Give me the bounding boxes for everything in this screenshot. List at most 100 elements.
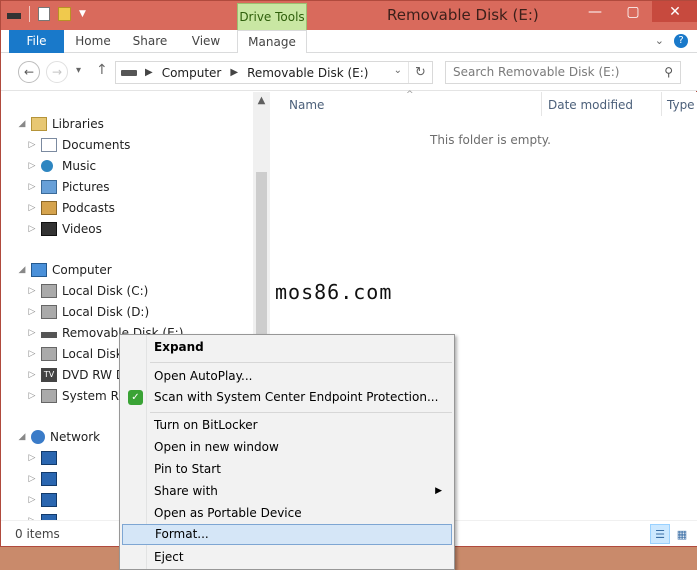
collapsed-arrow-icon[interactable]: ▷ bbox=[27, 328, 37, 338]
details-view-button[interactable]: ☰ bbox=[650, 524, 670, 544]
menu-item-share-with[interactable]: Share with ▶ bbox=[122, 481, 452, 502]
breadcrumb-removable-disk[interactable]: Removable Disk (E:) bbox=[247, 66, 368, 80]
menu-item-open-autoplay[interactable]: Open AutoPlay... bbox=[122, 366, 452, 387]
tree-item-label: Documents bbox=[62, 138, 131, 152]
collapsed-arrow-icon[interactable]: ▷ bbox=[27, 140, 37, 150]
tree-item-label: Local Disk (C:) bbox=[62, 284, 149, 298]
tab-file[interactable]: File bbox=[9, 30, 64, 53]
tree-item-computer[interactable]: ◢ Computer bbox=[17, 260, 112, 280]
tree-item-label: Videos bbox=[62, 222, 102, 236]
expanded-arrow-icon[interactable]: ◢ bbox=[17, 119, 27, 129]
collapsed-arrow-icon[interactable]: ▷ bbox=[27, 203, 37, 213]
address-bar-row: ← → ▾ ↑ ▶ Computer ▶ Removable Disk (E:)… bbox=[1, 53, 697, 91]
properties-icon[interactable] bbox=[38, 7, 50, 21]
back-button[interactable]: ← bbox=[18, 61, 40, 83]
tree-item-network-pc[interactable]: ▷ bbox=[27, 469, 62, 489]
collapsed-arrow-icon[interactable]: ▷ bbox=[27, 495, 37, 505]
collapsed-arrow-icon[interactable]: ▷ bbox=[27, 224, 37, 234]
submenu-arrow-icon: ▶ bbox=[435, 486, 442, 496]
maximize-button[interactable]: ▢ bbox=[614, 1, 652, 22]
minimize-button[interactable]: — bbox=[576, 1, 614, 22]
expanded-arrow-icon[interactable]: ◢ bbox=[17, 265, 27, 275]
menu-item-expand[interactable]: Expand bbox=[122, 337, 452, 358]
toolbar-divider bbox=[29, 6, 30, 22]
up-button[interactable]: ↑ bbox=[96, 62, 108, 78]
tree-item-label: Local Disk (D:) bbox=[62, 305, 150, 319]
close-button[interactable]: ✕ bbox=[652, 1, 697, 22]
tree-item-libraries[interactable]: ◢ Libraries bbox=[17, 114, 104, 134]
tab-manage[interactable]: Manage bbox=[237, 30, 307, 54]
tree-item-podcasts[interactable]: ▷ Podcasts bbox=[27, 198, 115, 218]
collapsed-arrow-icon[interactable]: ▷ bbox=[27, 286, 37, 296]
collapsed-arrow-icon[interactable]: ▷ bbox=[27, 161, 37, 171]
menu-item-bitlocker[interactable]: Turn on BitLocker bbox=[122, 415, 452, 436]
menu-item-format[interactable]: Format... bbox=[122, 524, 452, 545]
collapsed-arrow-icon[interactable]: ▷ bbox=[27, 391, 37, 401]
new-folder-icon[interactable] bbox=[58, 7, 71, 21]
music-icon bbox=[41, 160, 53, 172]
tree-item-network-pc[interactable]: ▷ bbox=[27, 490, 62, 510]
documents-icon bbox=[41, 138, 57, 152]
scroll-up-icon[interactable]: ▲ bbox=[253, 92, 270, 109]
tree-item-documents[interactable]: ▷ Documents bbox=[27, 135, 130, 155]
column-divider[interactable] bbox=[541, 92, 542, 116]
network-computer-icon bbox=[41, 493, 57, 507]
tree-item-local-disk[interactable]: ▷ Local Disk ( bbox=[27, 344, 131, 364]
help-icon[interactable]: ? bbox=[674, 34, 688, 48]
collapsed-arrow-icon[interactable]: ▷ bbox=[27, 182, 37, 192]
column-header-name[interactable]: Name bbox=[289, 98, 324, 112]
drive-tools-context-tab: Drive Tools bbox=[237, 3, 307, 30]
search-icon[interactable]: ⚲ bbox=[664, 62, 673, 83]
address-dropdown-icon[interactable]: ⌄ bbox=[394, 65, 402, 76]
tree-item-network[interactable]: ◢ Network bbox=[17, 427, 100, 447]
menu-separator bbox=[150, 412, 452, 413]
large-icons-view-button[interactable]: ▦ bbox=[672, 524, 692, 544]
menu-item-scan[interactable]: ✓ Scan with System Center Endpoint Prote… bbox=[122, 387, 452, 408]
sort-caret-icon: ^ bbox=[406, 90, 414, 100]
chevron-right-icon[interactable]: ▶ bbox=[145, 67, 153, 78]
collapsed-arrow-icon[interactable]: ▷ bbox=[27, 307, 37, 317]
menu-item-pin-to-start[interactable]: Pin to Start bbox=[122, 459, 452, 480]
tree-item-dvd-drive[interactable]: ▷ TV DVD RW Dri bbox=[27, 365, 133, 385]
chevron-right-icon[interactable]: ▶ bbox=[230, 67, 238, 78]
tree-item-network-pc[interactable]: ▷ bbox=[27, 511, 62, 520]
menu-separator bbox=[150, 362, 452, 363]
menu-item-open-new-window[interactable]: Open in new window bbox=[122, 437, 452, 458]
expand-ribbon-icon[interactable]: ⌄ bbox=[655, 34, 664, 48]
customize-toolbar-icon[interactable]: ▼ bbox=[79, 9, 86, 19]
column-header-date-modified[interactable]: Date modified bbox=[548, 98, 633, 112]
tree-item-music[interactable]: ▷ Music bbox=[27, 156, 97, 176]
tree-item-label: Libraries bbox=[52, 117, 104, 131]
tab-view[interactable]: View bbox=[186, 30, 226, 53]
tree-item-network-pc[interactable]: ▷ bbox=[27, 448, 62, 468]
forward-button[interactable]: → bbox=[46, 61, 68, 83]
tab-home[interactable]: Home bbox=[72, 30, 114, 53]
tree-item-local-disk-d[interactable]: ▷ Local Disk (D:) bbox=[27, 302, 149, 322]
menu-item-eject[interactable]: Eject bbox=[122, 547, 452, 568]
address-box[interactable]: ▶ Computer ▶ Removable Disk (E:) ⌄ ↻ bbox=[115, 61, 433, 84]
context-menu: Expand Open AutoPlay... ✓ Scan with Syst… bbox=[119, 334, 455, 570]
breadcrumb-computer[interactable]: Computer bbox=[162, 66, 222, 80]
tab-share[interactable]: Share bbox=[128, 30, 172, 53]
tree-item-videos[interactable]: ▷ Videos bbox=[27, 219, 102, 239]
collapsed-arrow-icon[interactable]: ▷ bbox=[27, 453, 37, 463]
network-computer-icon bbox=[41, 451, 57, 465]
window-controls: — ▢ ✕ bbox=[576, 1, 697, 22]
collapsed-arrow-icon[interactable]: ▷ bbox=[27, 370, 37, 380]
tree-item-local-disk-c[interactable]: ▷ Local Disk (C:) bbox=[27, 281, 148, 301]
network-computer-icon bbox=[41, 472, 57, 486]
column-header-type[interactable]: Type bbox=[667, 98, 695, 112]
hard-disk-icon bbox=[41, 305, 57, 319]
dvd-drive-icon: TV bbox=[41, 368, 57, 382]
menu-item-label: Share with bbox=[154, 484, 218, 498]
collapsed-arrow-icon[interactable]: ▷ bbox=[27, 349, 37, 359]
collapsed-arrow-icon[interactable]: ▷ bbox=[27, 474, 37, 484]
refresh-button[interactable]: ↻ bbox=[408, 62, 432, 83]
tree-item-pictures[interactable]: ▷ Pictures bbox=[27, 177, 110, 197]
column-divider[interactable] bbox=[661, 92, 662, 116]
recent-locations-icon[interactable]: ▾ bbox=[76, 65, 81, 76]
search-input[interactable]: Search Removable Disk (E:) ⚲ bbox=[445, 61, 681, 84]
quick-access-toolbar: ▼ bbox=[7, 6, 86, 22]
expanded-arrow-icon[interactable]: ◢ bbox=[17, 432, 27, 442]
menu-item-open-portable-device[interactable]: Open as Portable Device bbox=[122, 503, 452, 524]
